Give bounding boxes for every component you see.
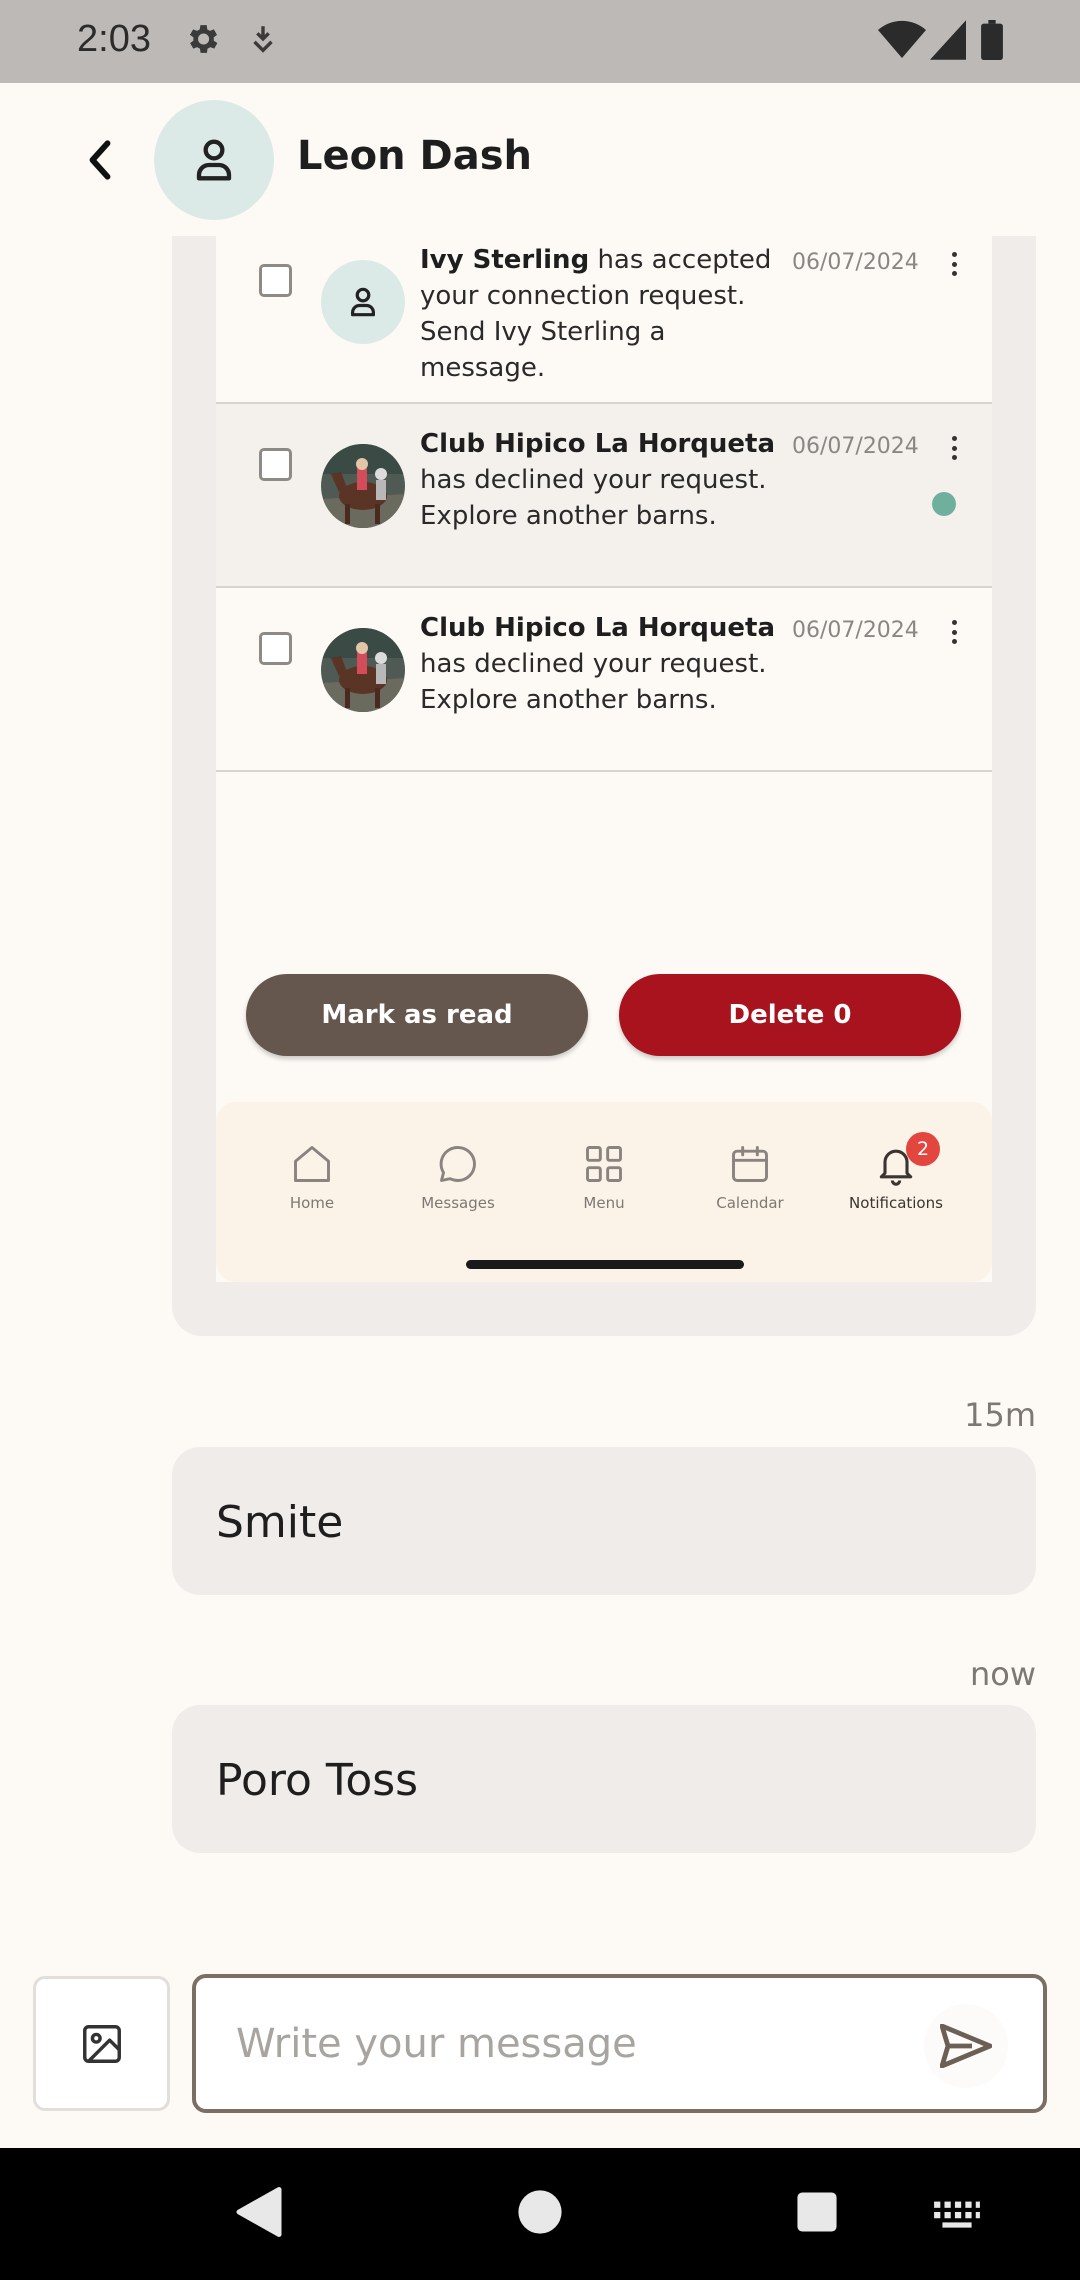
status-bar: 2:03 <box>0 0 1080 83</box>
nav-item-notifications: Notifications 2 <box>836 1132 956 1232</box>
send-button[interactable] <box>924 2004 1008 2088</box>
home-indicator <box>466 1260 744 1269</box>
attach-image-button[interactable] <box>33 1976 170 2111</box>
status-time: 2:03 <box>77 18 151 60</box>
notification-avatar-photo <box>321 444 405 528</box>
notification-sender: Club Hipico La Horqueta <box>420 613 776 643</box>
notification-message: has declined your request. Explore anoth… <box>420 465 767 531</box>
circle-home-icon <box>518 2190 562 2234</box>
notification-text: Club Hipico La Horqueta has declined you… <box>420 610 780 718</box>
calendar-icon <box>732 1146 768 1182</box>
grid-icon <box>586 1146 622 1182</box>
send-icon <box>940 2024 992 2068</box>
notification-checkbox <box>259 264 292 297</box>
keyboard-icon <box>934 2201 980 2228</box>
shared-screenshot-message[interactable]: Ivy Sterling has accepted your connectio… <box>172 236 1036 1336</box>
back-button[interactable] <box>70 125 130 195</box>
more-vert-icon <box>944 246 964 282</box>
notification-row: Club Hipico La Horqueta has declined you… <box>216 588 992 772</box>
nav-label: Menu <box>583 1194 625 1212</box>
unread-dot <box>932 492 956 516</box>
message-text: Smite <box>216 1497 344 1548</box>
delete-button: Delete 0 <box>619 974 961 1056</box>
notification-avatar-photo <box>321 628 405 712</box>
nav-item-home: Home <box>252 1142 372 1232</box>
download-shield-icon <box>253 26 273 53</box>
message-text: Poro Toss <box>216 1755 419 1806</box>
notification-date: 06/07/2024 <box>792 250 919 275</box>
system-back-button[interactable] <box>234 2184 284 2240</box>
notification-text: Club Hipico La Horqueta has declined you… <box>420 426 780 534</box>
nav-label: Calendar <box>716 1194 784 1212</box>
notification-sender: Ivy Sterling <box>420 245 590 275</box>
triangle-back-icon <box>236 2187 282 2237</box>
notification-badge: 2 <box>906 1132 940 1166</box>
shared-screenshot: Ivy Sterling has accepted your connectio… <box>216 236 992 1282</box>
message-timestamp: now <box>969 1655 1036 1693</box>
notification-date: 06/07/2024 <box>792 618 919 643</box>
image-icon <box>82 2024 121 2063</box>
horse-rider-photo <box>321 444 405 528</box>
battery-icon <box>981 20 1003 60</box>
nav-item-calendar: Calendar <box>690 1142 810 1232</box>
contact-avatar[interactable] <box>154 100 274 220</box>
person-icon <box>350 287 375 317</box>
square-recents-icon <box>797 2192 837 2232</box>
gear-icon <box>189 25 218 53</box>
message-bubble[interactable]: Smite <box>172 1447 1036 1595</box>
notification-row: Club Hipico La Horqueta has declined you… <box>216 404 992 588</box>
nav-label: Home <box>289 1194 335 1212</box>
nav-label: Messages <box>421 1194 495 1212</box>
more-vert-icon <box>944 430 964 466</box>
message-input[interactable] <box>236 2014 896 2074</box>
notification-checkbox <box>259 448 292 481</box>
system-recents-button[interactable] <box>795 2184 839 2240</box>
nav-item-menu: Menu <box>544 1142 664 1232</box>
more-vert-icon <box>944 614 964 650</box>
nav-label: Notifications <box>849 1194 943 1212</box>
contact-name: Leon Dash <box>297 133 532 179</box>
mark-as-read-button: Mark as read <box>246 974 588 1056</box>
notification-row: Ivy Sterling has accepted your connectio… <box>216 236 992 404</box>
chat-header: Leon Dash <box>0 83 1080 236</box>
person-icon <box>196 139 232 181</box>
notification-text: Ivy Sterling has accepted your connectio… <box>420 242 780 386</box>
notification-checkbox <box>259 632 292 665</box>
chat-bubble-icon <box>439 1146 476 1182</box>
horse-rider-photo <box>321 628 405 712</box>
message-composer <box>192 1974 1047 2113</box>
inner-bottom-nav: Home Messages Menu Calendar Notification… <box>216 1102 992 1282</box>
notification-date: 06/07/2024 <box>792 434 919 459</box>
message-bubble[interactable]: Poro Toss <box>172 1705 1036 1853</box>
message-timestamp: 15m <box>964 1396 1036 1434</box>
system-home-button[interactable] <box>516 2184 564 2240</box>
notification-message: has declined your request. Explore anoth… <box>420 649 767 715</box>
signal-icon <box>930 20 966 60</box>
notification-avatar <box>321 260 405 344</box>
home-icon <box>294 1146 330 1182</box>
wifi-icon <box>878 20 926 58</box>
notification-sender: Club Hipico La Horqueta <box>420 429 776 459</box>
nav-item-messages: Messages <box>398 1142 518 1232</box>
chevron-left-icon <box>89 140 111 180</box>
keyboard-switch-button[interactable] <box>932 2184 982 2240</box>
system-navigation-bar <box>0 2148 1080 2280</box>
